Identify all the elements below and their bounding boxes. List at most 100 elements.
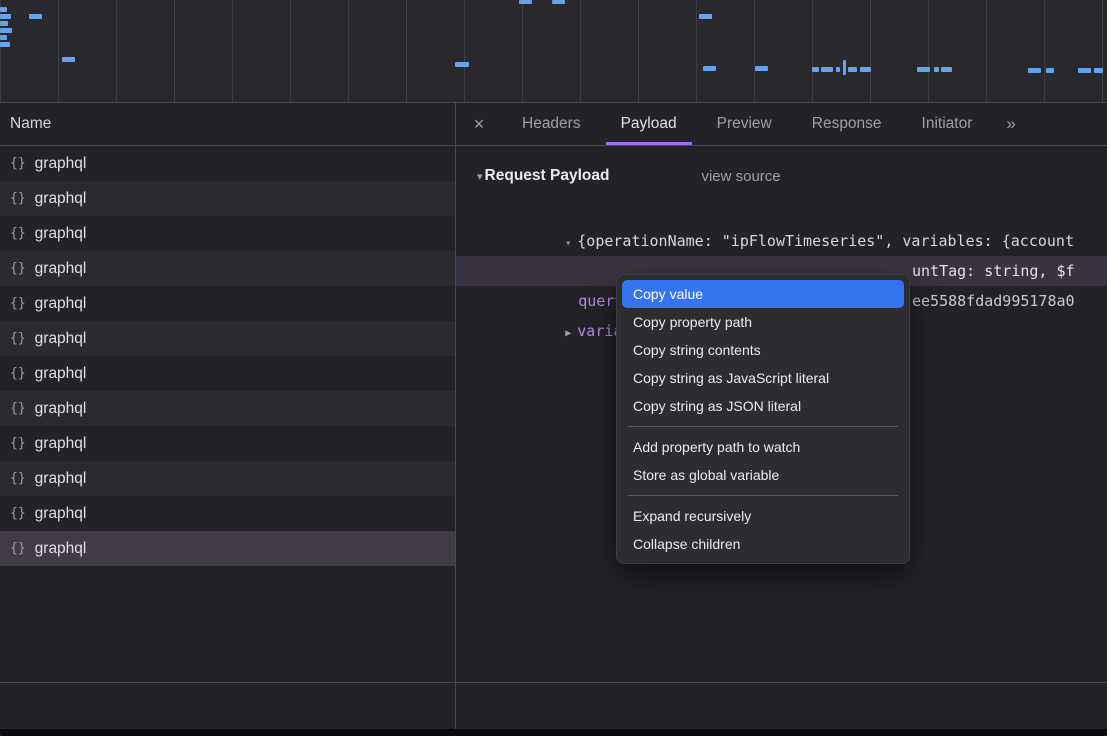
timeline-bar (0, 28, 12, 33)
menu-item-add-property-path-to-watch[interactable]: Add property path to watch (617, 433, 909, 461)
collapsed-caret-icon[interactable]: ▶ (565, 319, 571, 349)
tab-preview[interactable]: Preview (697, 103, 792, 145)
menu-item-copy-string-as-javascript-literal[interactable]: Copy string as JavaScript literal (617, 364, 909, 392)
network-overview-strip[interactable] (0, 0, 1107, 103)
menu-separator (628, 495, 898, 496)
json-icon: {} (10, 261, 26, 276)
property-value-fragment: untTag: string, $f (912, 256, 1075, 286)
request-row[interactable]: {} graphql (0, 531, 455, 566)
tab-bar-tabs: HeadersPayloadPreviewResponseInitiator (502, 103, 992, 145)
menu-item-collapse-children[interactable]: Collapse children (617, 530, 909, 558)
property-value-fragment: ee5588fdad995178a0 (912, 286, 1075, 316)
request-name: graphql (35, 225, 87, 243)
request-name: graphql (35, 295, 87, 313)
context-menu: Copy valueCopy property pathCopy string … (616, 274, 910, 564)
tab-initiator[interactable]: Initiator (902, 103, 993, 145)
request-name: graphql (35, 540, 87, 558)
collapse-caret-icon[interactable]: ▾ (477, 170, 483, 183)
timeline-bar (843, 60, 846, 75)
timeline-bar (941, 67, 952, 72)
json-icon: {} (10, 226, 26, 241)
timeline-bar (0, 42, 10, 47)
json-icon: {} (10, 366, 26, 381)
request-name: graphql (35, 435, 87, 453)
timeline-bar (552, 0, 565, 4)
timeline-bar (703, 66, 716, 71)
json-icon: {} (10, 156, 26, 171)
json-icon: {} (10, 471, 26, 486)
json-icon: {} (10, 401, 26, 416)
devtools-window: Name {} graphql {} graphql {} graphql {} graphq… (0, 0, 1107, 736)
timeline-bar (1078, 68, 1091, 73)
request-name: graphql (35, 505, 87, 523)
timeline-bar (755, 66, 768, 71)
timeline-bar (1028, 68, 1041, 73)
request-row[interactable]: {} graphql (0, 426, 455, 461)
view-source-link[interactable]: view source (701, 168, 780, 185)
request-name: graphql (35, 365, 87, 383)
menu-item-expand-recursively[interactable]: Expand recursively (617, 502, 909, 530)
request-name: graphql (35, 155, 87, 173)
request-row[interactable]: {} graphql (0, 216, 455, 251)
request-name: graphql (35, 190, 87, 208)
menu-item-copy-string-contents[interactable]: Copy string contents (617, 336, 909, 364)
request-row[interactable]: {} graphql (0, 321, 455, 356)
more-tabs-icon[interactable]: » (992, 103, 1030, 145)
timeline-bar (455, 62, 469, 67)
menu-item-copy-string-as-json-literal[interactable]: Copy string as JSON literal (617, 392, 909, 420)
timeline-bar (1046, 68, 1054, 73)
bottom-bar (0, 729, 1107, 736)
tab-headers[interactable]: Headers (502, 103, 601, 145)
timeline-bar (812, 67, 819, 72)
tab-bar: × HeadersPayloadPreviewResponseInitiator… (456, 103, 1107, 146)
menu-item-store-as-global-variable[interactable]: Store as global variable (617, 461, 909, 489)
request-row[interactable]: {} graphql (0, 356, 455, 391)
section-title: Request Payload (485, 167, 610, 185)
request-name: graphql (35, 470, 87, 488)
menu-item-copy-property-path[interactable]: Copy property path (617, 308, 909, 336)
request-row[interactable]: {} graphql (0, 286, 455, 321)
timeline-bar (0, 14, 11, 19)
name-column-label: Name (10, 115, 51, 133)
menu-separator (628, 426, 898, 427)
json-icon: {} (10, 436, 26, 451)
name-column-header[interactable]: Name (0, 103, 455, 146)
json-icon: {} (10, 296, 26, 311)
timeline-bar (0, 35, 7, 40)
divider (0, 682, 1107, 683)
request-name: graphql (35, 400, 87, 418)
menu-item-copy-value[interactable]: Copy value (622, 280, 904, 308)
timeline-bar (1094, 68, 1103, 73)
request-row[interactable]: {} graphql (0, 181, 455, 216)
timeline-bar (62, 57, 75, 62)
tab-response[interactable]: Response (792, 103, 902, 145)
request-row[interactable]: {} graphql (0, 146, 455, 181)
close-icon[interactable]: × (456, 103, 502, 145)
request-name: graphql (35, 330, 87, 348)
json-icon: {} (10, 331, 26, 346)
json-icon: {} (10, 541, 26, 556)
request-row[interactable]: {} graphql (0, 461, 455, 496)
timeline-bar (836, 67, 840, 72)
timeline-bar (848, 67, 857, 72)
timeline-bar (821, 67, 833, 72)
timeline-bar (29, 14, 42, 19)
operation-name-row[interactable]: operationName: "ipFlowTimeseries" (456, 226, 1107, 256)
payload-root-row[interactable]: ▾{operationName: "ipFlowTimeseries", var… (456, 196, 1107, 226)
timeline-bar (934, 67, 939, 72)
request-row[interactable]: {} graphql (0, 496, 455, 531)
json-icon: {} (10, 506, 26, 521)
timeline-bar (917, 67, 930, 72)
request-list: {} graphql {} graphql {} graphql {} graphql {} gr… (0, 146, 455, 566)
json-icon: {} (10, 191, 26, 206)
timeline-bar (699, 14, 712, 19)
request-row[interactable]: {} graphql (0, 391, 455, 426)
request-name: graphql (35, 260, 87, 278)
tab-payload[interactable]: Payload (601, 103, 697, 145)
timeline-bar (519, 0, 532, 4)
timeline-bar (0, 21, 8, 26)
request-row[interactable]: {} graphql (0, 251, 455, 286)
request-payload-section: ▾ Request Payload view source (456, 156, 1107, 196)
timeline-bar (860, 67, 871, 72)
timeline-bar (0, 7, 7, 12)
